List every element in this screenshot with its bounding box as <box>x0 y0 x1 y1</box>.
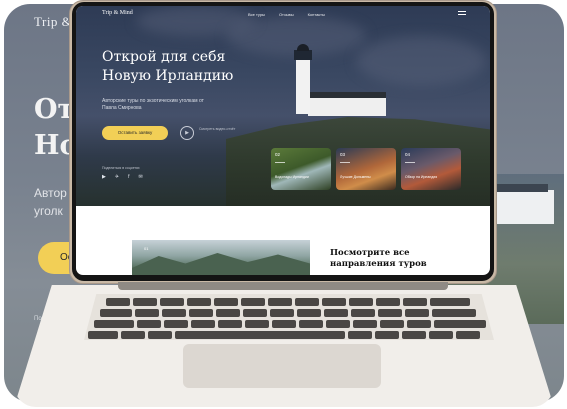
background-subtitle-line: Автор <box>34 186 67 200</box>
nav-link-tours[interactable]: Все туры <box>248 12 265 17</box>
leave-request-button[interactable]: Оставить заявку <box>102 126 168 140</box>
lighthouse-lantern <box>294 50 312 60</box>
key <box>245 320 269 328</box>
key <box>121 331 145 339</box>
destination-image-mountains <box>132 253 310 275</box>
key <box>351 309 375 317</box>
key <box>106 298 130 306</box>
key <box>162 309 186 317</box>
spacebar-key <box>175 331 345 339</box>
nav-link-reviews[interactable]: Отзывы <box>279 12 294 17</box>
key <box>272 320 296 328</box>
key <box>135 309 159 317</box>
key <box>456 331 480 339</box>
key <box>137 320 161 328</box>
key <box>407 320 431 328</box>
tour-card-caption: Лучшие Дольмены <box>340 175 371 179</box>
telegram-icon[interactable]: ✈ <box>115 174 119 180</box>
youtube-icon[interactable]: ▶ <box>102 174 106 180</box>
site-nav: Все туры Отзывы Контакты <box>248 12 325 17</box>
key <box>148 331 172 339</box>
key <box>299 320 323 328</box>
tour-card-number: 03 <box>340 152 346 157</box>
key <box>324 309 348 317</box>
facebook-icon[interactable]: f <box>128 174 129 180</box>
lighthouse-tower <box>296 58 310 114</box>
key <box>434 320 486 328</box>
key <box>164 320 188 328</box>
social-links: ▶ ✈ f ✉ <box>102 174 143 180</box>
tour-card-caption: Водопады Ирландии <box>275 175 309 179</box>
tour-card-number: 04 <box>405 152 411 157</box>
lighthouse-house <box>308 98 386 116</box>
key <box>380 320 404 328</box>
menu-icon-line <box>458 14 466 15</box>
site-hero: Trip & Mind Все туры Отзывы Контакты Отк… <box>76 6 490 206</box>
laptop-hinge <box>118 282 448 290</box>
key <box>348 331 372 339</box>
key <box>214 298 238 306</box>
destination-image-number: 01 <box>144 246 149 251</box>
tour-cards: 02 Водопады Ирландии 03 Лучшие Дольмены … <box>271 148 461 190</box>
key <box>187 298 211 306</box>
key <box>375 331 399 339</box>
key <box>133 298 157 306</box>
key <box>353 320 377 328</box>
tour-card-number: 02 <box>275 152 281 157</box>
key <box>295 298 319 306</box>
menu-icon-line <box>458 11 466 12</box>
laptop-screen: Trip & Mind Все туры Отзывы Контакты Отк… <box>76 6 490 275</box>
tour-card-overview[interactable]: 04 Обзор на Ирландия <box>401 148 461 190</box>
play-icon[interactable]: ▶ <box>180 126 194 140</box>
mail-icon[interactable]: ✉ <box>138 174 142 180</box>
hero-cloud <box>136 6 256 36</box>
menu-icon[interactable] <box>458 11 466 17</box>
laptop-trackpad <box>183 344 381 388</box>
tour-card-dolmens[interactable]: 03 Лучшие Дольмены <box>336 148 396 190</box>
key <box>94 320 134 328</box>
key <box>429 331 453 339</box>
tour-card-divider <box>340 162 350 163</box>
site-logo[interactable]: Trip & Mind <box>102 10 133 16</box>
tour-card-waterfalls[interactable]: 02 Водопады Ирландии <box>271 148 331 190</box>
tour-card-divider <box>275 162 285 163</box>
background-subtitle: Автор уголк <box>34 184 67 220</box>
key <box>100 309 132 317</box>
play-video-label[interactable]: Смотреть видео-отчёт <box>199 127 239 132</box>
key <box>189 309 213 317</box>
key <box>403 298 427 306</box>
share-label: Поделиться в соцсетях <box>102 166 140 170</box>
lighthouse-cap <box>297 44 309 51</box>
key <box>402 331 426 339</box>
tour-card-divider <box>405 162 415 163</box>
key <box>430 298 470 306</box>
key <box>432 309 476 317</box>
hero-title: Открой для себя Новую Ирландию <box>102 49 234 84</box>
hero-subtitle: Авторские туры по экзотическим уголкам о… <box>102 98 204 111</box>
key <box>378 309 402 317</box>
key <box>405 309 429 317</box>
key <box>191 320 215 328</box>
key <box>322 298 346 306</box>
key <box>216 309 240 317</box>
laptop-keyboard <box>84 294 494 340</box>
key <box>326 320 350 328</box>
key <box>376 298 400 306</box>
tour-card-caption: Обзор на Ирландия <box>405 175 438 179</box>
hero-cloud <box>356 36 486 86</box>
nav-link-contacts[interactable]: Контакты <box>308 12 325 17</box>
destination-image[interactable]: 01 <box>132 240 310 275</box>
key <box>243 309 267 317</box>
key <box>268 298 292 306</box>
key <box>270 309 294 317</box>
key <box>218 320 242 328</box>
all-destinations-title: Посмотрите все направления туров <box>330 248 427 269</box>
key <box>349 298 373 306</box>
key <box>297 309 321 317</box>
key <box>160 298 184 306</box>
key <box>241 298 265 306</box>
key <box>88 331 118 339</box>
background-subtitle-line: уголк <box>34 204 63 218</box>
